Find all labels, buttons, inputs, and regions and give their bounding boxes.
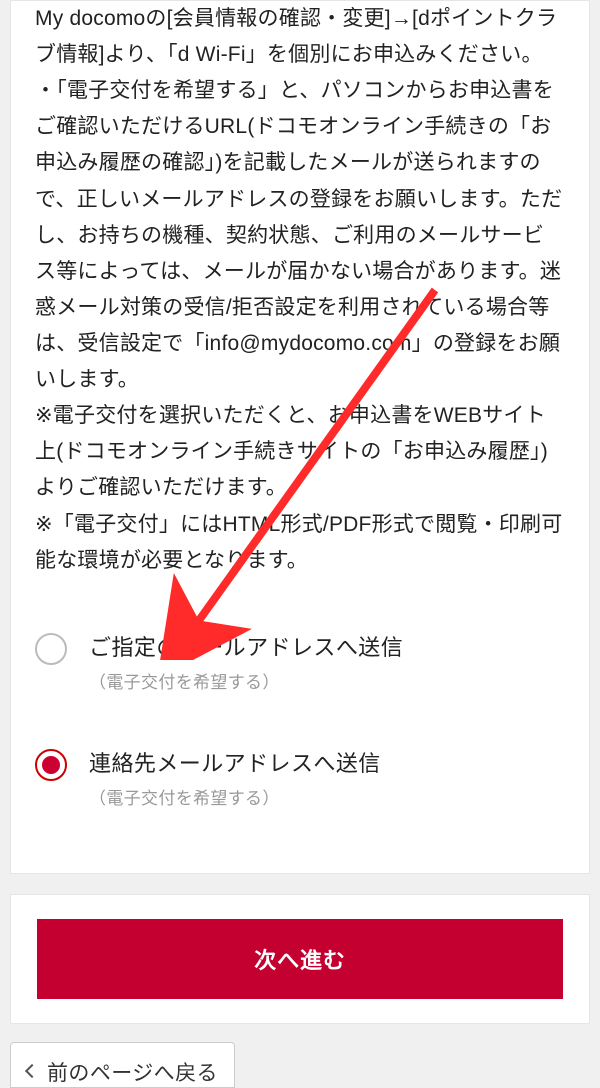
option-label: 連絡先メールアドレスへ送信 xyxy=(89,747,565,780)
radio-selected-icon[interactable] xyxy=(35,749,67,781)
next-button-card: 次へ進む xyxy=(10,894,590,1024)
chevron-left-icon xyxy=(25,1064,39,1078)
notice-p3: ※電子交付を選択いただくと、お申込書をWEBサイト上(ドコモオンライン手続きサイ… xyxy=(35,404,548,499)
option-hint: （電子交付を希望する） xyxy=(89,784,565,809)
option-spacer xyxy=(35,707,565,733)
back-link[interactable]: 前のページへ戻る xyxy=(10,1042,235,1088)
notice-p2: ・「電子交付を希望する」と、パソコンからお申込書をご確認いただけるURL(ドコモ… xyxy=(35,79,562,391)
option-body: ご指定のメールアドレスへ送信 （電子交付を希望する） xyxy=(89,631,565,693)
next-button[interactable]: 次へ進む xyxy=(37,919,563,999)
delivery-options: ご指定のメールアドレスへ送信 （電子交付を希望する） 連絡先メールアドレスへ送信… xyxy=(11,607,589,873)
notice-text-block: My docomoの[会員情報の確認・変更]→[dポイントクラブ情報]より、「d… xyxy=(11,1,589,607)
option-contact-email[interactable]: 連絡先メールアドレスへ送信 （電子交付を希望する） xyxy=(35,733,565,823)
notice-p1: My docomoの[会員情報の確認・変更]→[dポイントクラブ情報]より、「d… xyxy=(35,7,557,66)
option-label: ご指定のメールアドレスへ送信 xyxy=(89,631,565,664)
info-card: My docomoの[会員情報の確認・変更]→[dポイントクラブ情報]より、「d… xyxy=(10,0,590,874)
radio-unselected-icon[interactable] xyxy=(35,633,67,665)
option-specified-email[interactable]: ご指定のメールアドレスへ送信 （電子交付を希望する） xyxy=(35,617,565,707)
notice-p4: ※「電子交付」にはHTML形式/PDF形式で閲覧・印刷可能な環境が必要となります… xyxy=(35,513,562,572)
option-hint: （電子交付を希望する） xyxy=(89,668,565,693)
back-link-label: 前のページへ戻る xyxy=(47,1057,218,1087)
option-body: 連絡先メールアドレスへ送信 （電子交付を希望する） xyxy=(89,747,565,809)
